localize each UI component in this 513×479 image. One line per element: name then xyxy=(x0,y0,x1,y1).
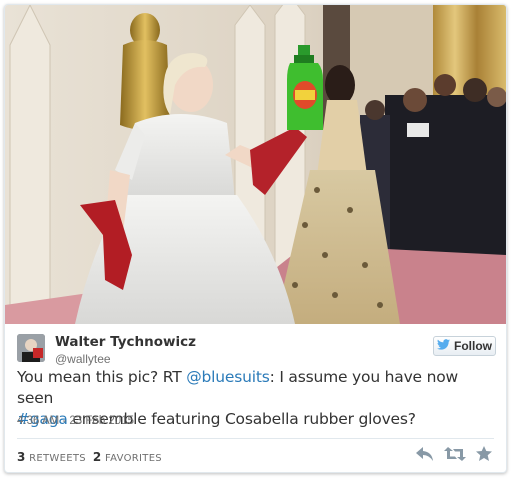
divider xyxy=(17,438,494,439)
tweet-text-part: You mean this pic? RT xyxy=(17,368,187,386)
favorites-label[interactable]: FAVORITES xyxy=(105,453,162,464)
reply-icon[interactable] xyxy=(416,446,434,461)
author-handle[interactable]: @wallytee xyxy=(55,352,111,366)
star-icon[interactable] xyxy=(476,446,492,461)
twitter-bird-icon xyxy=(437,339,450,353)
follow-button[interactable]: Follow xyxy=(433,336,496,356)
tweet-author: Walter Tychnowicz @wallytee Follow xyxy=(17,332,496,366)
tweet-stats: 3 RETWEETS 2 FAVORITES xyxy=(17,450,162,464)
mention-link[interactable]: @bluesuits xyxy=(186,368,270,386)
avatar[interactable] xyxy=(17,334,45,362)
tweet-timestamp[interactable]: 4:36 AM - 23 Feb 2015 xyxy=(17,415,134,427)
retweet-icon[interactable] xyxy=(444,446,466,461)
tweet-actions xyxy=(416,446,492,461)
follow-label: Follow xyxy=(454,339,492,353)
retweets-label[interactable]: RETWEETS xyxy=(29,453,86,464)
tweet-card: Walter Tychnowicz @wallytee Follow You m… xyxy=(4,4,507,473)
retweets-count: 3 xyxy=(17,450,26,464)
favorites-count: 2 xyxy=(92,450,102,464)
tweet-photo[interactable] xyxy=(5,5,506,324)
author-name[interactable]: Walter Tychnowicz xyxy=(55,334,196,350)
